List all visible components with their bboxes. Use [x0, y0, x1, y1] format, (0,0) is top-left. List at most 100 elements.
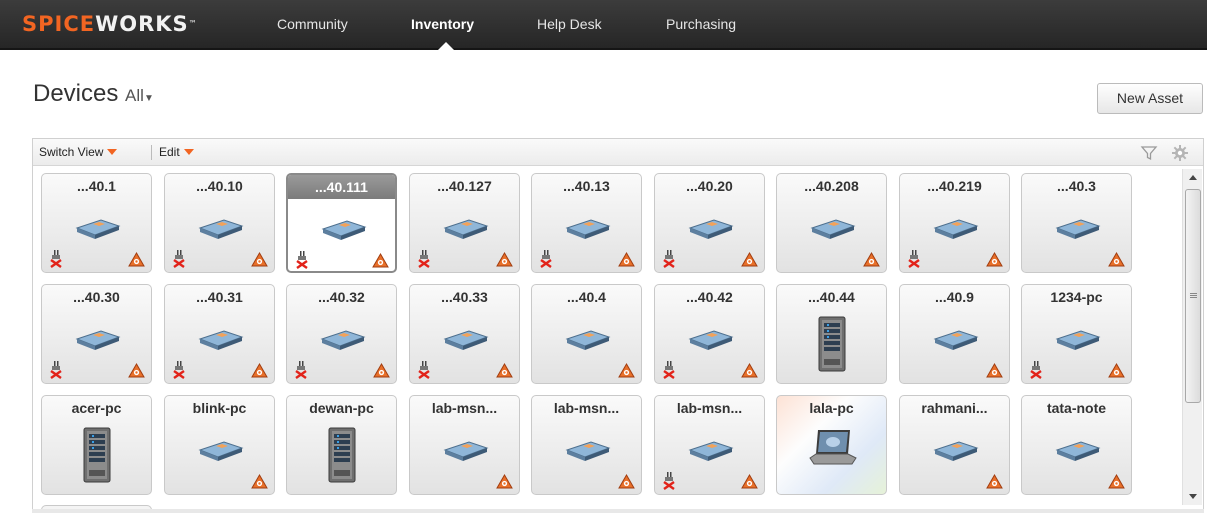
device-tile[interactable]: dewan-pc — [286, 395, 397, 495]
device-tile[interactable]: ...40.219 — [899, 173, 1010, 273]
network-device-icon — [688, 208, 734, 248]
device-name: ...40.44 — [808, 289, 855, 305]
network-device-icon — [1055, 208, 1101, 248]
network-device-icon — [75, 208, 121, 248]
device-name: lab-msn... — [553, 400, 620, 416]
device-tile[interactable]: blink-pc — [164, 395, 275, 495]
unplugged-icon — [416, 361, 432, 379]
device-name: ...40.4 — [567, 289, 606, 305]
device-tile[interactable]: ...40.9 — [899, 284, 1010, 384]
scroll-up-arrow-icon[interactable] — [1189, 175, 1197, 180]
edit-button[interactable]: Edit — [159, 145, 194, 159]
device-name: ...40.42 — [686, 289, 733, 305]
device-tile[interactable]: ...40.208 — [776, 173, 887, 273]
device-name: ...40.1 — [77, 178, 116, 194]
alert-icon — [496, 362, 513, 378]
nav-purchasing[interactable]: Purchasing — [666, 0, 736, 48]
unplugged-icon — [48, 250, 64, 268]
gear-icon[interactable] — [1171, 144, 1189, 162]
chevron-down-icon — [107, 149, 118, 155]
alert-icon — [618, 251, 635, 267]
device-tile[interactable]: ...40.127 — [409, 173, 520, 273]
alert-icon — [986, 473, 1003, 489]
alert-icon — [1108, 362, 1125, 378]
devices-panel: Switch View Edit ...40.1 ...40.10 ...40.11… — [32, 138, 1204, 511]
network-device-icon — [320, 319, 366, 359]
device-tile[interactable]: ...40.44 — [776, 284, 887, 384]
panel-bottom-edge — [32, 509, 1204, 513]
device-tile[interactable]: ...40.32 — [286, 284, 397, 384]
device-name: blink-pc — [192, 400, 247, 416]
network-device-icon — [688, 430, 734, 470]
device-tile[interactable]: ...40.30 — [41, 284, 152, 384]
alert-icon — [1108, 251, 1125, 267]
device-tile[interactable]: rahmani... — [899, 395, 1010, 495]
unplugged-icon — [171, 250, 187, 268]
alert-icon — [251, 362, 268, 378]
toolbar-divider — [151, 145, 152, 160]
device-tile[interactable]: ...40.1 — [41, 173, 152, 273]
nav-community[interactable]: Community — [277, 0, 348, 48]
server-tower-icon — [817, 315, 847, 373]
device-tile[interactable]: ...40.31 — [164, 284, 275, 384]
network-device-icon — [933, 319, 979, 359]
unplugged-icon — [906, 250, 922, 268]
nav-inventory[interactable]: Inventory — [411, 0, 474, 48]
device-name: ...40.30 — [73, 289, 120, 305]
alert-icon — [372, 252, 389, 268]
device-tile[interactable]: ...40.42 — [654, 284, 765, 384]
device-tile[interactable]: ...40.10 — [164, 173, 275, 273]
alert-icon — [128, 251, 145, 267]
page-title-text: Devices — [33, 80, 119, 107]
unplugged-icon — [538, 250, 554, 268]
device-tile[interactable]: 1234-pc — [1021, 284, 1132, 384]
device-name: dewan-pc — [309, 400, 374, 416]
alert-icon — [986, 362, 1003, 378]
device-name: tata-note — [1046, 400, 1107, 416]
device-tile[interactable]: ...40.13 — [531, 173, 642, 273]
device-name: ...40.31 — [196, 289, 243, 305]
device-name: ...40.111 — [288, 175, 395, 199]
device-name: ...40.20 — [686, 178, 733, 194]
logo-text-spice: SPICE — [22, 12, 96, 36]
device-tile[interactable]: tata-note — [1021, 395, 1132, 495]
device-filter-dropdown[interactable]: All▼ — [125, 86, 154, 105]
device-tile[interactable]: ...40.33 — [409, 284, 520, 384]
device-tile[interactable]: lab-msn... — [654, 395, 765, 495]
vertical-scrollbar[interactable] — [1182, 169, 1202, 505]
alert-icon — [618, 473, 635, 489]
unplugged-icon — [416, 250, 432, 268]
scrollbar-thumb[interactable] — [1185, 189, 1201, 403]
logo-trademark: ™ — [188, 19, 198, 28]
nav-help-desk[interactable]: Help Desk — [537, 0, 602, 48]
device-tile[interactable]: acer-pc — [41, 395, 152, 495]
device-tile[interactable]: lab-msn... — [531, 395, 642, 495]
device-tile[interactable]: ...40.20 — [654, 173, 765, 273]
edit-label: Edit — [159, 145, 180, 159]
switch-view-button[interactable]: Switch View — [39, 145, 118, 159]
device-tile[interactable]: ...40.111 — [286, 173, 397, 273]
filter-icon[interactable] — [1140, 144, 1158, 162]
unplugged-icon — [48, 361, 64, 379]
device-name: ...40.127 — [437, 178, 492, 194]
device-name: 1234-pc — [1050, 289, 1103, 305]
device-tile[interactable]: ...40.4 — [531, 284, 642, 384]
unplugged-icon — [661, 250, 677, 268]
chevron-down-icon: ▼ — [143, 93, 154, 104]
device-tile[interactable]: ...40.3 — [1021, 173, 1132, 273]
network-device-icon — [565, 430, 611, 470]
alert-icon — [863, 251, 880, 267]
laptop-icon — [808, 426, 858, 470]
alert-icon — [1108, 473, 1125, 489]
device-name: ...40.3 — [1057, 178, 1096, 194]
logo-text-works: WORKS — [95, 12, 189, 36]
network-device-icon — [198, 430, 244, 470]
scroll-down-arrow-icon[interactable] — [1189, 494, 1197, 499]
page-title: Devices All▼ — [33, 80, 154, 108]
spiceworks-logo[interactable]: SPICEWORKS™ — [22, 12, 198, 36]
network-device-icon — [933, 208, 979, 248]
new-asset-button[interactable]: New Asset — [1097, 83, 1203, 114]
network-device-icon — [443, 208, 489, 248]
device-tile[interactable]: lala-pc — [776, 395, 887, 495]
device-tile[interactable]: lab-msn... — [409, 395, 520, 495]
